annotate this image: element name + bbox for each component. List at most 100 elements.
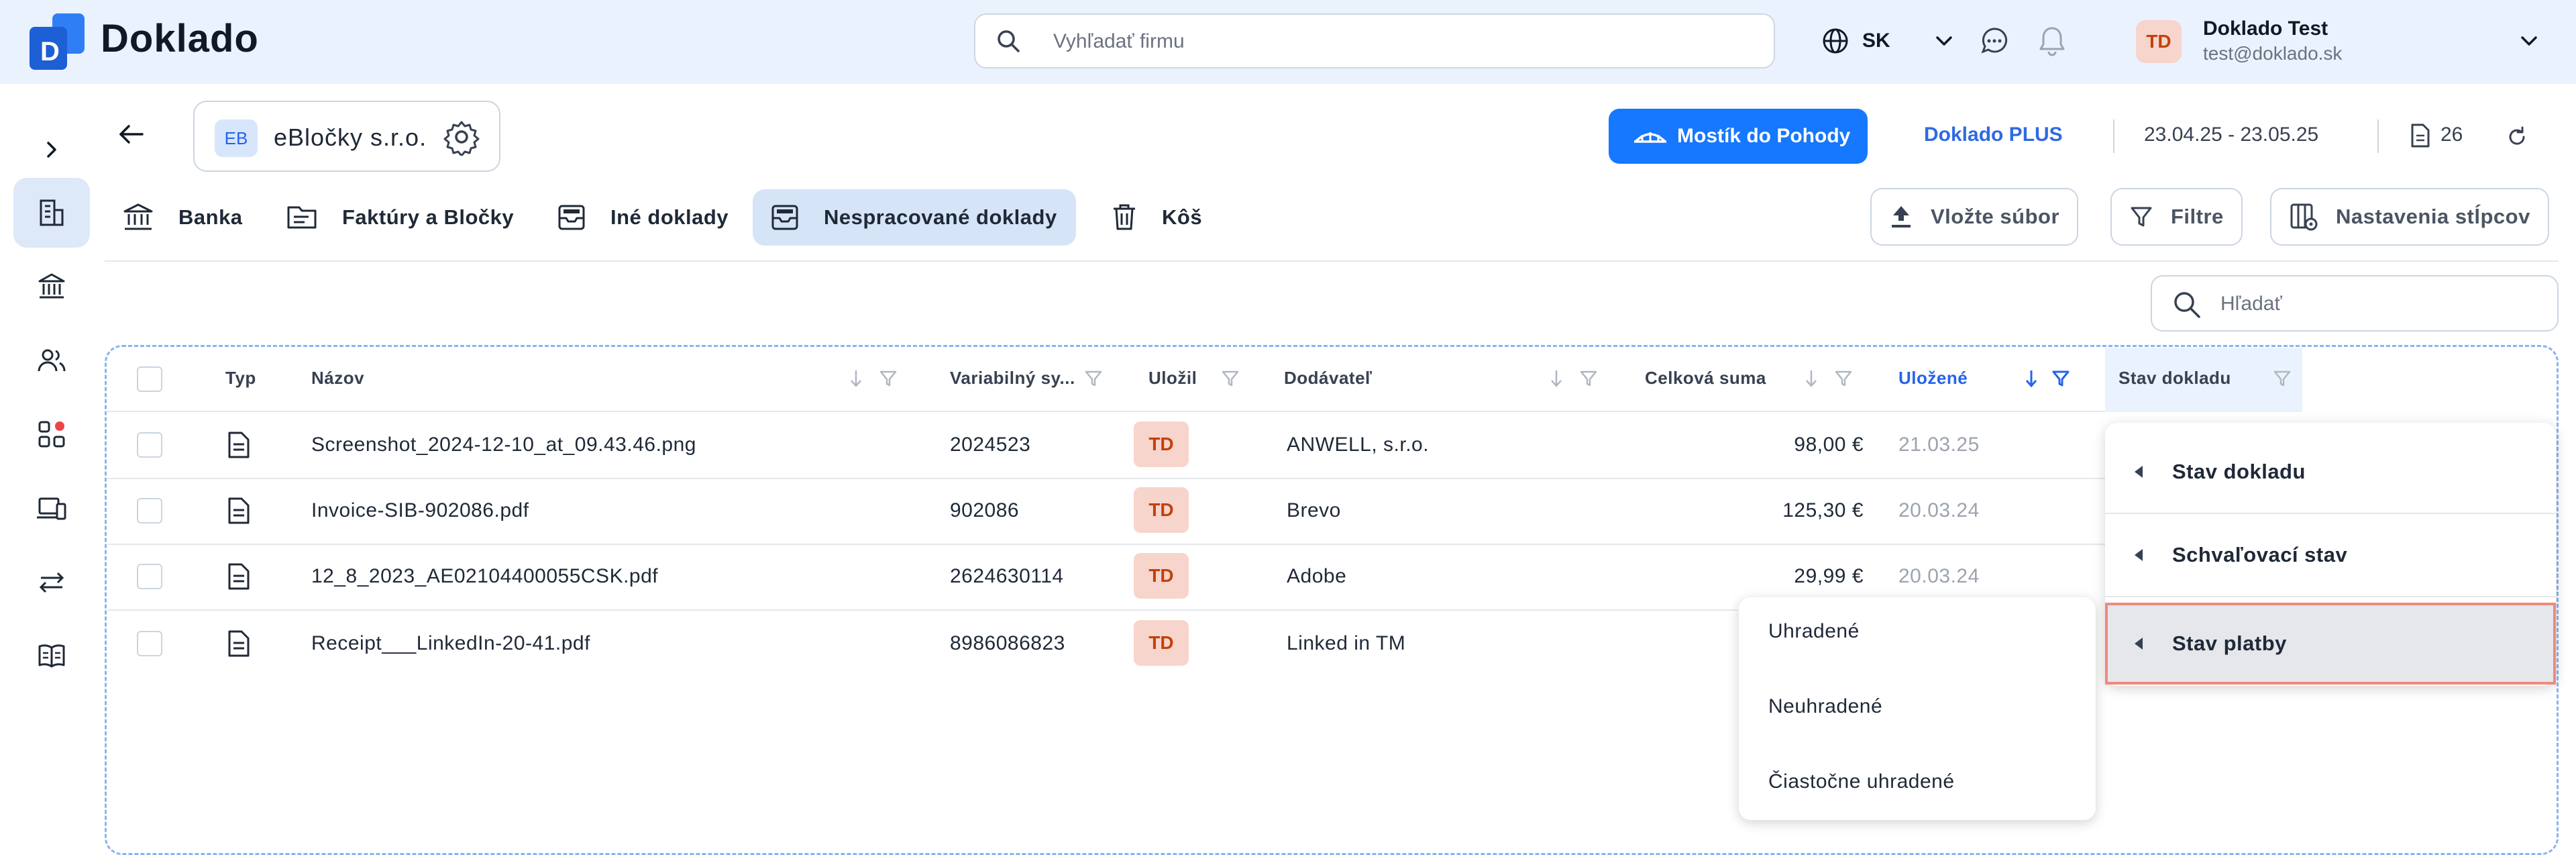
filter-icon[interactable] (2051, 369, 2070, 388)
date-range[interactable]: 23.04.25 - 23.05.25 (2144, 123, 2318, 146)
back-arrow-icon[interactable] (115, 118, 148, 150)
mostik-do-pohody-button[interactable]: Mostík do Pohody (1609, 109, 1868, 164)
divider (105, 260, 2559, 262)
upload-file-button[interactable]: Vložte súbor (1870, 188, 2079, 246)
tab-nespracovane-doklady[interactable]: Nespracované doklady (753, 189, 1076, 246)
variable-symbol: 2624630114 (950, 565, 1064, 587)
expand-sidebar-button[interactable] (13, 115, 90, 185)
file-name[interactable]: Receipt___LinkedIn-20-41.pdf (311, 632, 590, 655)
file-icon (225, 562, 252, 591)
search-icon (2172, 290, 2202, 319)
sidebar-item-contacts[interactable] (13, 325, 90, 395)
select-all-checkbox[interactable] (137, 366, 162, 392)
tab-kos[interactable]: Kôš (1093, 189, 1221, 246)
sidebar-item-transfers[interactable] (13, 547, 90, 617)
menu-item-stav-platby[interactable]: Stav platby (2105, 603, 2556, 685)
total-amount: 29,99 € (1794, 565, 1864, 587)
total-amount: 98,00 € (1794, 434, 1864, 456)
sidebar-item-bank[interactable] (13, 252, 90, 321)
doklado-logo-icon[interactable]: D (30, 13, 89, 70)
caret-left-icon (2133, 548, 2144, 562)
row-checkbox[interactable] (137, 498, 162, 523)
sort-down-icon[interactable] (1548, 368, 1564, 389)
variable-symbol: 902086 (950, 499, 1020, 521)
filters-label: Filtre (2171, 205, 2224, 228)
row-checkbox[interactable] (137, 631, 162, 656)
language-code: SK (1862, 30, 1890, 52)
filter-icon[interactable] (879, 369, 898, 388)
header-variable-symbol[interactable]: Variabilný sy... (950, 368, 1075, 389)
row-checkbox[interactable] (137, 432, 162, 458)
header-name[interactable]: Názov (311, 368, 364, 389)
file-icon (225, 431, 252, 459)
company-name: eBločky s.r.o. (274, 123, 427, 151)
submenu-item-uhradene[interactable]: Uhradené (1768, 620, 1860, 643)
filters-button[interactable]: Filtre (2110, 188, 2243, 246)
header-status[interactable]: Stav dokladu (2118, 368, 2231, 389)
supplier: ANWELL, s.r.o. (1287, 434, 1430, 456)
saved-by-badge: TD (1134, 620, 1189, 666)
divider (107, 411, 2105, 412)
plan-label[interactable]: Doklado PLUS (1924, 123, 2063, 146)
file-name[interactable]: Screenshot_2024-12-10_at_09.43.46.png (311, 434, 696, 456)
header-saved-by[interactable]: Uložil (1148, 368, 1197, 389)
invoice-icon (286, 202, 318, 233)
sidebar-item-apps[interactable] (13, 399, 90, 469)
caret-left-icon (2133, 636, 2144, 651)
submenu-item-ciastocne-uhradene[interactable]: Čiastočne uhradené (1768, 770, 1955, 793)
bell-icon[interactable] (2037, 24, 2068, 58)
bridge-icon (1633, 124, 1668, 148)
sidebar-item-guide[interactable] (13, 621, 90, 691)
file-name[interactable]: Invoice-SIB-902086.pdf (311, 499, 529, 522)
inbox-icon (557, 202, 586, 233)
filter-icon[interactable] (1834, 369, 1853, 388)
sidebar-item-devices[interactable] (13, 473, 90, 543)
filter-icon[interactable] (2273, 369, 2292, 388)
avatar[interactable]: TD (2136, 20, 2182, 63)
search-input[interactable] (1052, 24, 1750, 59)
bank-icon (122, 202, 154, 233)
menu-item-schvalovaci-stav[interactable]: Schvaľovací stav (2105, 514, 2556, 596)
header-total[interactable]: Celková suma (1645, 368, 1766, 389)
tab-banka[interactable]: Banka (105, 189, 262, 246)
header-saved[interactable]: Uložené (1898, 368, 1968, 389)
language-selector[interactable]: SK (1821, 20, 1890, 62)
refresh-icon[interactable] (2505, 125, 2529, 149)
mostik-label: Mostík do Pohody (1677, 125, 1851, 147)
sort-down-icon[interactable] (1803, 368, 1819, 389)
chevron-down-icon[interactable] (1932, 30, 1956, 54)
tab-faktury[interactable]: Faktúry a Bločky (268, 189, 533, 246)
company-selector[interactable]: EB eBločky s.r.o. (193, 101, 500, 172)
filter-icon[interactable] (1221, 369, 1240, 388)
chevron-down-icon[interactable] (2517, 30, 2541, 54)
header-supplier[interactable]: Dodávateľ (1284, 368, 1373, 389)
sidebar-item-documents[interactable] (13, 178, 90, 248)
search-icon (996, 28, 1022, 55)
company-badge: EB (215, 119, 258, 157)
column-settings-button[interactable]: Nastavenia stĺpcov (2270, 188, 2549, 246)
sidebar (0, 84, 103, 844)
book-icon (36, 640, 68, 672)
company-search[interactable] (974, 13, 1775, 68)
caret-left-icon (2133, 464, 2144, 479)
sort-down-icon[interactable] (848, 368, 864, 389)
row-checkbox[interactable] (137, 564, 162, 589)
file-name[interactable]: 12_8_2023_AE02104400055CSK.pdf (311, 565, 658, 588)
filter-icon[interactable] (1084, 369, 1103, 388)
saved-by-badge: TD (1134, 553, 1189, 599)
submenu-item-neuhradene[interactable]: Neuhradené (1768, 695, 1882, 718)
sort-down-icon[interactable] (2023, 368, 2039, 389)
apps-icon (36, 418, 68, 450)
filter-icon[interactable] (1579, 369, 1598, 388)
table-search-input[interactable] (2219, 287, 2541, 321)
table-search[interactable] (2151, 275, 2559, 332)
gear-icon[interactable] (443, 118, 480, 156)
menu-item-label: Schvaľovací stav (2172, 543, 2348, 566)
chat-icon[interactable] (1979, 26, 2010, 56)
divider (2105, 596, 2556, 597)
status-context-menu: Stav dokladu Schvaľovací stav Stav platb… (2105, 423, 2556, 686)
menu-item-stav-dokladu[interactable]: Stav dokladu (2105, 431, 2556, 513)
transfer-arrows-icon (36, 566, 68, 598)
tab-ine-doklady[interactable]: Iné doklady (539, 189, 747, 246)
header-type: Typ (225, 368, 256, 388)
